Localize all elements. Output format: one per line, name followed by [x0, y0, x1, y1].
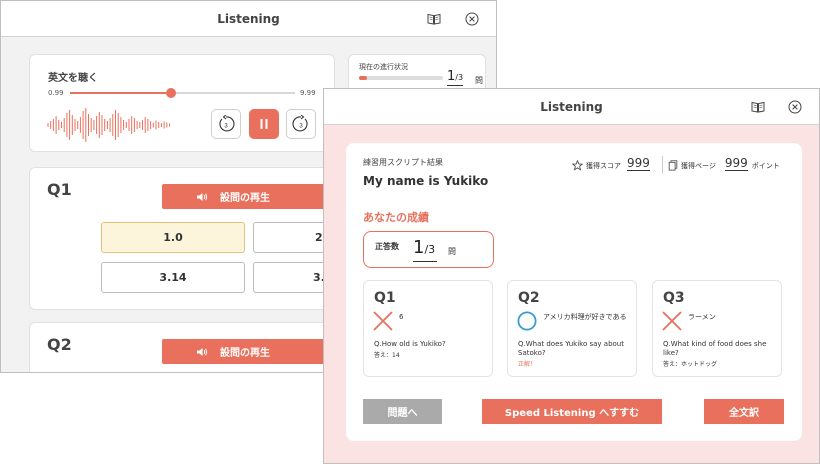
result-question: Q.What kind of food does she like? 答え：ホッ…	[663, 340, 779, 369]
correct-value: 1	[413, 237, 425, 258]
correct-count-box: 正答数 1/3 問	[363, 231, 494, 268]
rewind-3-icon: 3	[219, 115, 235, 132]
time-end: 9.99	[300, 89, 316, 97]
progress-label: 現在の進行状況	[359, 63, 408, 71]
waveform-icon	[47, 108, 170, 142]
rewind-3-button[interactable]: 3	[211, 109, 241, 139]
results-window: Listening 練習用スクリプト結果 My name is Yukiko 獲…	[323, 88, 820, 464]
correct-count: 1/3	[413, 237, 438, 262]
question-card-q2: Q2 設問の再生	[29, 322, 337, 372]
seek-slider-knob[interactable]	[166, 88, 177, 98]
result-note: 答え：ホットドッグ	[663, 361, 718, 368]
correct-total: /3	[424, 243, 436, 256]
speed-listening-button[interactable]: Speed Listening へすすむ	[482, 399, 662, 424]
choice-option[interactable]: 3.14	[101, 262, 245, 293]
play-question-button[interactable]: 設問の再生	[162, 339, 337, 364]
time-start: 0.99	[48, 89, 64, 97]
song-title: My name is Yukiko	[363, 174, 489, 188]
result-card-q1: Q1 6 Q.How old is Yukiko? 答え：14	[363, 280, 493, 377]
play-question-label: 設問の再生	[220, 348, 270, 359]
incorrect-icon	[662, 311, 682, 331]
play-question-label: 設問の再生	[220, 193, 270, 204]
score-stat: 獲得スコア 999	[572, 157, 654, 171]
result-note: 答え：14	[374, 352, 400, 359]
seek-slider[interactable]	[70, 88, 295, 98]
results-subheading: 練習用スクリプト結果	[363, 158, 443, 167]
star-icon	[572, 160, 583, 171]
seek-slider-fill	[70, 92, 172, 94]
result-question: Q.How old is Yukiko? 答え：14	[374, 340, 490, 360]
result-card-q3: Q3 ラーメン Q.What kind of food does she lik…	[652, 280, 782, 377]
correct-label: 正答数	[375, 242, 399, 251]
close-icon[interactable]	[787, 99, 802, 114]
result-heading: あなたの成績	[363, 211, 429, 224]
back-window-title: Listening	[217, 11, 280, 26]
pause-icon	[260, 119, 268, 129]
pages-stat: 獲得ページ 999 ポイント	[668, 157, 780, 171]
result-note: 正解！	[518, 361, 537, 368]
progress-total: /3	[455, 73, 464, 82]
audio-player: 英文を聴く 0.99 9.99 3 3	[29, 54, 335, 152]
result-answer: アメリカ料理が好きである	[543, 313, 627, 321]
speaker-icon	[197, 347, 208, 356]
question-label: Q2	[47, 335, 72, 354]
book-icon[interactable]	[750, 99, 765, 114]
correct-unit: 問	[448, 247, 456, 256]
score-label: 獲得スコア	[586, 162, 621, 170]
full-translation-button[interactable]: 全文訳	[704, 399, 784, 424]
result-question-label: Q3	[663, 290, 685, 306]
page-icon	[668, 160, 678, 171]
results-panel: 練習用スクリプト結果 My name is Yukiko 獲得スコア 999 獲…	[346, 143, 802, 441]
progress-bar	[359, 76, 443, 80]
pages-unit: ポイント	[751, 162, 780, 170]
stat-divider	[662, 156, 663, 174]
choice-option[interactable]: 1.0	[101, 222, 245, 253]
back-titlebar: Listening	[1, 1, 496, 37]
result-answer: ラーメン	[688, 313, 716, 321]
player-label: 英文を聴く	[48, 73, 98, 84]
pages-value: 999	[724, 156, 748, 171]
book-icon[interactable]	[426, 11, 441, 26]
result-answer: 6	[399, 313, 404, 321]
pages-label: 獲得ページ	[681, 162, 716, 170]
result-card-q2: Q2 アメリカ料理が好きである Q.What does Yukiko say a…	[507, 280, 637, 377]
close-icon[interactable]	[464, 11, 479, 26]
result-question-label: Q2	[518, 290, 540, 306]
forward-seconds: 3	[299, 124, 303, 130]
result-question-text: Q.How old is Yukiko?	[374, 340, 446, 348]
progress-unit: 問	[475, 76, 483, 85]
back-to-questions-button[interactable]: 問題へ	[363, 399, 442, 424]
progress-count: 1/3	[447, 70, 464, 86]
result-question-text: Q.What does Yukiko say about Satoko?	[518, 340, 624, 357]
front-window-title: Listening	[540, 99, 603, 114]
score-value: 999	[627, 156, 650, 171]
incorrect-icon	[373, 311, 393, 331]
progress-bar-fill	[359, 76, 368, 80]
result-question-text: Q.What kind of food does she like?	[663, 340, 767, 357]
forward-3-icon: 3	[292, 115, 308, 132]
rewind-seconds: 3	[224, 124, 228, 130]
result-question-label: Q1	[374, 290, 396, 306]
question-card-q1: Q1 設問の再生 1.0 2 3.14 3.	[29, 167, 397, 310]
front-titlebar: Listening	[324, 89, 819, 125]
forward-3-button[interactable]: 3	[286, 109, 316, 139]
pause-button[interactable]	[249, 109, 279, 139]
result-question: Q.What does Yukiko say about Satoko? 正解！	[518, 340, 634, 369]
correct-icon	[517, 311, 537, 331]
speaker-icon	[197, 192, 208, 201]
play-question-button[interactable]: 設問の再生	[162, 184, 337, 209]
question-label: Q1	[47, 180, 72, 199]
